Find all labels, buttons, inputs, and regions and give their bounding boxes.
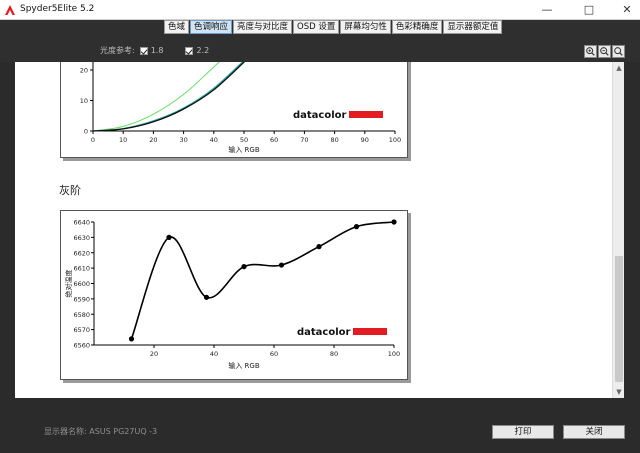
minimize-button[interactable]: — bbox=[534, 0, 560, 20]
tab-color-accuracy[interactable]: 色彩精确度 bbox=[391, 20, 443, 34]
vertical-scrollbar[interactable]: ▲ ▼ bbox=[612, 62, 624, 398]
x-tick-label: 60 bbox=[270, 350, 278, 358]
tab-tone-response[interactable]: 色调响应 bbox=[190, 20, 233, 34]
scroll-thumb[interactable] bbox=[615, 256, 623, 382]
gamma-2-2-label: 2.2 bbox=[196, 46, 210, 55]
x-tick-label: 50 bbox=[240, 136, 248, 144]
tab-bar: 色域 色调响应 亮度与对比度 OSD 设置 屏幕均匀性 色彩精确度 显示器额定值 bbox=[164, 20, 503, 34]
toolbar: 色域 色调响应 亮度与对比度 OSD 设置 屏幕均匀性 色彩精确度 显示器额定值… bbox=[0, 20, 640, 62]
zoom-in-icon[interactable] bbox=[584, 45, 597, 58]
x-axis-label: 输入 RGB bbox=[228, 145, 260, 154]
y-tick-label: 6590 bbox=[73, 295, 90, 303]
gamma-1-8-label: 1.8 bbox=[150, 46, 164, 55]
data-point bbox=[203, 294, 210, 300]
gamma-1-8-checkbox[interactable] bbox=[139, 46, 148, 55]
scroll-up-icon[interactable]: ▲ bbox=[613, 62, 625, 74]
scroll-down-icon[interactable]: ▼ bbox=[613, 386, 625, 398]
y-tick-label: 6560 bbox=[73, 342, 90, 350]
datacolor-logo: datacolor bbox=[297, 327, 351, 338]
x-tick-label: 10 bbox=[119, 136, 127, 144]
data-point bbox=[278, 262, 285, 268]
datacolor-logo-bar bbox=[353, 328, 387, 335]
gamma-series-line bbox=[92, 62, 244, 132]
tab-screen-uniformity[interactable]: 屏幕均匀性 bbox=[340, 20, 391, 34]
x-tick-label: 100 bbox=[389, 136, 401, 144]
x-tick-label: 30 bbox=[179, 136, 187, 144]
close-button[interactable]: 关闭 bbox=[563, 425, 625, 439]
x-tick-label: 40 bbox=[210, 350, 218, 358]
gamma-reference: 光度参考: 1.8 2.2 bbox=[100, 45, 209, 56]
app-logo-icon bbox=[5, 5, 15, 15]
y-tick-label: 6570 bbox=[73, 326, 90, 334]
x-tick-label: 80 bbox=[330, 136, 338, 144]
title-bar: Spyder5Elite 5.2 — □ ✕ bbox=[0, 0, 640, 20]
x-tick-label: 70 bbox=[300, 136, 308, 144]
maximize-button[interactable]: □ bbox=[576, 0, 602, 20]
tab-monitor-rating[interactable]: 显示器额定值 bbox=[443, 20, 503, 34]
y-tick-label: 20 bbox=[80, 67, 88, 75]
datacolor-logo: datacolor bbox=[293, 110, 347, 121]
y-tick-label: 0 bbox=[84, 128, 88, 136]
zoom-fit-icon[interactable] bbox=[612, 45, 625, 58]
zoom-out-icon[interactable] bbox=[598, 45, 611, 58]
data-point bbox=[353, 224, 360, 230]
tab-gamut[interactable]: 色域 bbox=[164, 20, 190, 34]
data-point bbox=[391, 219, 397, 225]
close-window-button[interactable]: ✕ bbox=[614, 0, 640, 20]
footer: 显示器名称: ASUS PG27UQ -3 打印 关闭 bbox=[0, 398, 640, 453]
gamma-reference-label: 光度参考: bbox=[100, 46, 135, 55]
gamma-chart-plot: 0 10 20 30 40 50 60 70 80 90 10020100datacolor输入 R… bbox=[80, 62, 401, 154]
x-axis-label: 输入 RGB bbox=[228, 361, 260, 370]
data-point bbox=[241, 263, 247, 270]
data-point bbox=[316, 244, 322, 250]
x-tick-label: 40 bbox=[210, 136, 218, 144]
tab-brightness-contrast[interactable]: 亮度与对比度 bbox=[233, 20, 293, 34]
report-content[interactable]: 0 10 20 30 40 50 60 70 80 90 100 20 10 0 datacolor 输入 R… bbox=[15, 62, 612, 398]
data-point bbox=[128, 336, 135, 342]
y-tick-label: 6580 bbox=[73, 311, 90, 319]
x-tick-label: 100 bbox=[388, 350, 400, 358]
y-axis-label: 绝对温度 bbox=[64, 270, 73, 298]
grayscale-chart-plot: 6640 6630 6620 6610 6600 6590 6580 6570 6560 20 40… bbox=[64, 219, 400, 371]
window-title: Spyder5Elite 5.2 bbox=[20, 4, 95, 14]
y-tick-label: 10 bbox=[80, 97, 88, 105]
y-tick-label: 6600 bbox=[73, 280, 90, 288]
x-tick-label: 0 bbox=[91, 136, 95, 144]
y-tick-label: 6630 bbox=[73, 234, 90, 242]
x-tick-label: 90 bbox=[361, 136, 369, 144]
x-tick-label: 20 bbox=[150, 350, 158, 358]
monitor-name: 显示器名称: ASUS PG27UQ -3 bbox=[44, 427, 158, 436]
y-tick-label: 6610 bbox=[73, 265, 90, 273]
gamma-2-2-checkbox[interactable] bbox=[185, 46, 194, 55]
grayscale-series-line bbox=[130, 221, 395, 340]
x-tick-label: 20 bbox=[149, 136, 157, 144]
section-title-grayscale: 灰阶 bbox=[59, 184, 81, 197]
datacolor-logo-bar bbox=[349, 111, 383, 118]
tab-osd-settings[interactable]: OSD 设置 bbox=[293, 20, 340, 34]
gamma-chart: 0 10 20 30 40 50 60 70 80 90 100 20 10 0 datacolor 输入 R… bbox=[60, 62, 408, 158]
print-button[interactable]: 打印 bbox=[492, 425, 554, 439]
grayscale-chart: 6640 6630 6620 6610 6600 6590 6580 6570 6560 20 40… bbox=[60, 210, 408, 380]
y-tick-label: 6620 bbox=[73, 249, 90, 257]
x-tick-label: 60 bbox=[270, 136, 278, 144]
data-point bbox=[166, 234, 172, 240]
y-tick-label: 6640 bbox=[73, 219, 90, 227]
gamma-series-line bbox=[92, 62, 245, 132]
x-tick-label: 80 bbox=[330, 350, 338, 358]
gamma-series-line bbox=[92, 62, 220, 132]
